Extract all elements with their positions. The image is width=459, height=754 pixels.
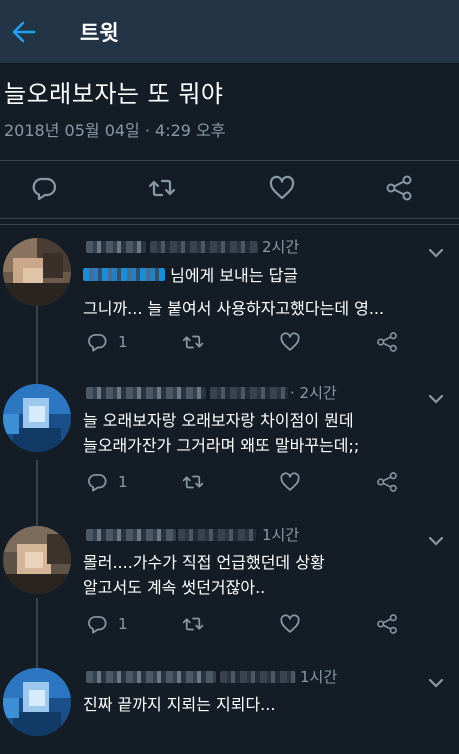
reply-actions: 1 (0, 612, 459, 642)
share-icon[interactable] (376, 612, 398, 636)
user-name[interactable] (86, 387, 206, 399)
reply-actions: 1 (0, 470, 459, 500)
user-handle[interactable] (220, 671, 296, 683)
replying-to-suffix: 님에게 보내는 답글 (170, 266, 299, 285)
chevron-down-icon[interactable] (428, 532, 444, 546)
reply-text-line: 진짜 끝까지 지뢰는 지뢰다... (83, 695, 276, 714)
reply-tweet[interactable]: · 2시간 늘 오래보자랑 오래보자랑 차이점이 뭔데 늘오래가잔가 그거라며 … (0, 380, 459, 520)
tweet-timestamp: 2018년 05월 04일 · 4:29 오후 (4, 121, 226, 140)
reply-tweet[interactable]: 1시간 몰러....가수가 직접 언급했던데 상황 알고서도 계속 썻던거잖아.… (0, 522, 459, 662)
reply-count: 1 (118, 473, 128, 491)
avatar[interactable] (3, 668, 71, 736)
back-arrow-icon[interactable] (10, 18, 38, 46)
reply-actions: 1 (0, 330, 459, 360)
reply-time: 1시간 (300, 668, 338, 686)
reply-text-line: 몰러....가수가 직접 언급했던데 상황 (83, 553, 325, 572)
reply-time: 2시간 (262, 238, 300, 256)
like-icon[interactable] (268, 174, 296, 202)
chevron-down-icon[interactable] (428, 244, 444, 258)
share-icon[interactable] (376, 470, 398, 494)
avatar[interactable] (3, 238, 71, 306)
user-name[interactable] (86, 529, 176, 541)
reply-text-line: 늘오래가잔가 그거라며 왜또 말바꾸는데;; (83, 436, 360, 455)
page-title: 트윗 (80, 21, 119, 45)
reply-icon[interactable]: 1 (86, 330, 128, 354)
reply-tweet[interactable]: 1시간 진짜 끝까지 지뢰는 지뢰다... (0, 664, 459, 754)
reply-icon[interactable] (30, 174, 58, 202)
top-bar: 트윗 (0, 0, 459, 64)
divider (0, 218, 459, 219)
chevron-down-icon[interactable] (428, 390, 444, 404)
retweet-icon[interactable] (148, 174, 176, 202)
user-handle[interactable] (178, 529, 256, 541)
reply-time: 1시간 (262, 526, 300, 544)
like-icon[interactable] (279, 470, 301, 494)
chevron-down-icon[interactable] (428, 674, 444, 688)
replying-to-handle[interactable] (83, 268, 165, 281)
reply-count: 1 (118, 333, 128, 351)
share-icon[interactable] (385, 174, 413, 202)
reply-icon[interactable]: 1 (86, 612, 128, 636)
retweet-icon[interactable] (182, 612, 204, 636)
reply-tweet[interactable]: 2시간 님에게 보내는 답글 그니까... 늘 붙여서 사용하자고했다는데 영.… (0, 236, 459, 376)
tweet-actions (0, 160, 459, 218)
reply-text-line: 늘 오래보자랑 오래보자랑 차이점이 뭔데 (83, 411, 354, 430)
reply-text-line: 알고서도 계속 썻던거잖아.. (83, 578, 266, 597)
user-name[interactable] (86, 671, 216, 683)
reply-count: 1 (118, 615, 128, 633)
user-name[interactable] (86, 241, 146, 253)
tweet-text: 늘오래보자는 또 뭐야 (4, 80, 224, 108)
avatar[interactable] (3, 526, 71, 594)
retweet-icon[interactable] (182, 470, 204, 494)
like-icon[interactable] (279, 612, 301, 636)
replying-to: 님에게 보내는 답글 (83, 263, 298, 288)
share-icon[interactable] (376, 330, 398, 354)
user-handle[interactable] (210, 387, 288, 399)
avatar[interactable] (3, 384, 71, 452)
reply-icon[interactable]: 1 (86, 470, 128, 494)
like-icon[interactable] (279, 330, 301, 354)
user-handle[interactable] (150, 241, 258, 253)
reply-text: 그니까... 늘 붙여서 사용하자고했다는데 영... (83, 299, 385, 318)
reply-time: · 2시간 (290, 384, 337, 402)
retweet-icon[interactable] (182, 330, 204, 354)
divider (0, 224, 459, 225)
